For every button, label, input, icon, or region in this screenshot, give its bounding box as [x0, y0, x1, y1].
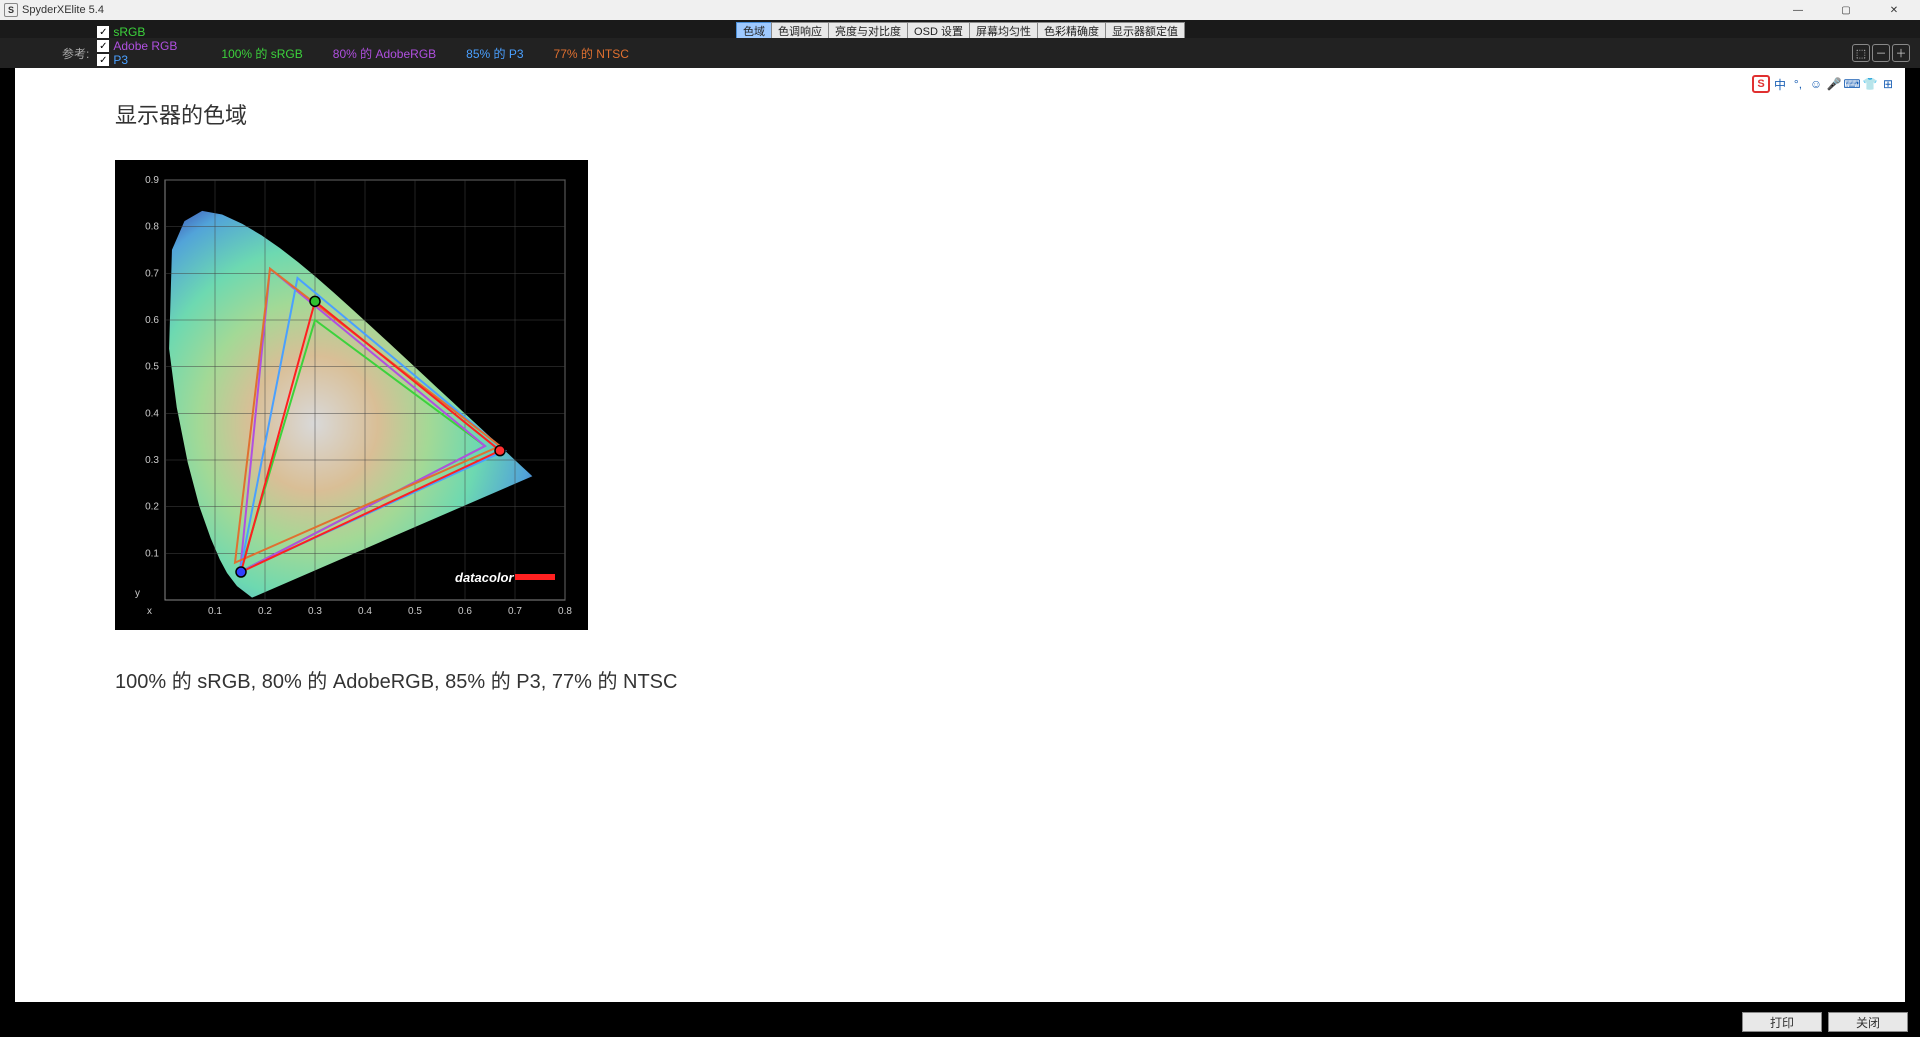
- svg-text:datacolor: datacolor: [455, 570, 514, 585]
- content-area: 显示器的色域 0.1 0.2 0.3 0.4 0.5 0.6 0.7 0.8 0.1 0.2 0.3…: [15, 68, 1905, 1002]
- svg-text:0.7: 0.7: [145, 268, 159, 279]
- close-panel-button[interactable]: 关闭: [1828, 1012, 1908, 1032]
- tab-4[interactable]: 屏幕均匀性: [969, 22, 1038, 38]
- toolbar-results: 100% 的 sRGB 80% 的 AdobeRGB 85% 的 P3 77% 的 N…: [221, 45, 629, 62]
- app-icon: S: [4, 3, 18, 17]
- ime-toolbox-icon[interactable]: ⊞: [1880, 76, 1896, 92]
- checkbox-icon: ✓: [97, 26, 109, 38]
- ime-punct-icon[interactable]: °,: [1790, 76, 1806, 92]
- tab-2[interactable]: 亮度与对比度: [828, 22, 908, 38]
- page-title: 显示器的色域: [15, 68, 1905, 130]
- svg-text:0.4: 0.4: [145, 408, 159, 419]
- sogou-ime-icon[interactable]: S: [1752, 75, 1770, 93]
- svg-text:y: y: [135, 588, 140, 599]
- gamut-result: 100% 的 sRGB: [221, 45, 302, 62]
- svg-text:0.5: 0.5: [408, 606, 422, 617]
- svg-text:0.6: 0.6: [145, 315, 159, 326]
- gamut-chart: 0.1 0.2 0.3 0.4 0.5 0.6 0.7 0.8 0.1 0.2 0.3 0.4 0.5 0…: [115, 160, 588, 630]
- ime-skin-icon[interactable]: 👕: [1862, 76, 1878, 92]
- footer: 打印 关闭: [0, 1007, 1920, 1037]
- svg-text:x: x: [147, 606, 152, 617]
- tab-6[interactable]: 显示器额定值: [1105, 22, 1185, 38]
- svg-text:0.1: 0.1: [208, 606, 222, 617]
- gamut-toggle-srgb[interactable]: ✓ sRGB: [97, 25, 177, 39]
- svg-text:0.5: 0.5: [145, 362, 159, 373]
- toolbar: 参考: ✓sRGB✓Adobe RGB✓P3✓NTSC 100% 的 sRGB8…: [0, 38, 1920, 68]
- svg-text:0.2: 0.2: [258, 606, 272, 617]
- svg-text:0.3: 0.3: [308, 606, 322, 617]
- ime-lang[interactable]: 中: [1772, 76, 1788, 92]
- svg-text:0.4: 0.4: [358, 606, 372, 617]
- svg-text:0.2: 0.2: [145, 502, 159, 513]
- gamut-toggle-p3[interactable]: ✓ P3: [97, 53, 177, 67]
- gamut-summary: 100% 的 sRGB, 80% 的 AdobeRGB, 85% 的 P3, 7…: [15, 630, 1905, 694]
- gamut-result: 80% 的 AdobeRGB: [333, 45, 436, 62]
- titlebar: S SpyderXElite 5.4 — ▢ ✕: [0, 0, 1920, 20]
- gamut-toggle-adobergb[interactable]: ✓ Adobe RGB: [97, 39, 177, 53]
- svg-text:0.1: 0.1: [145, 548, 159, 559]
- minimize-button[interactable]: —: [1784, 1, 1812, 19]
- zoom-in-icon[interactable]: ＋: [1892, 44, 1910, 62]
- print-button[interactable]: 打印: [1742, 1012, 1822, 1032]
- tab-3[interactable]: OSD 设置: [907, 22, 970, 38]
- ime-panel: S 中 °, ☺ 🎤 ⌨ 👕 ⊞: [1750, 73, 1898, 95]
- reference-label: 参考:: [62, 45, 89, 62]
- tab-0[interactable]: 色域: [736, 22, 772, 38]
- svg-text:0.3: 0.3: [145, 455, 159, 466]
- tab-1[interactable]: 色调响应: [771, 22, 829, 38]
- close-button[interactable]: ✕: [1880, 1, 1908, 19]
- gamut-result: 85% 的 P3: [466, 45, 523, 62]
- ime-emoji-icon[interactable]: ☺: [1808, 76, 1824, 92]
- svg-text:0.8: 0.8: [145, 222, 159, 233]
- zoom-actual-icon[interactable]: ⬚: [1852, 44, 1870, 62]
- svg-text:0.6: 0.6: [458, 606, 472, 617]
- svg-text:0.7: 0.7: [508, 606, 522, 617]
- gamut-label: Adobe RGB: [113, 39, 177, 53]
- checkbox-icon: ✓: [97, 54, 109, 66]
- gamut-label: sRGB: [113, 25, 145, 39]
- maximize-button[interactable]: ▢: [1832, 1, 1860, 19]
- zoom-out-icon[interactable]: －: [1872, 44, 1890, 62]
- tabs-row: 色域色调响应亮度与对比度OSD 设置屏幕均匀性色彩精确度显示器额定值: [0, 20, 1920, 38]
- gamut-label: P3: [113, 53, 128, 67]
- checkbox-icon: ✓: [97, 40, 109, 52]
- svg-text:0.9: 0.9: [145, 175, 159, 186]
- ime-keyboard-icon[interactable]: ⌨: [1844, 76, 1860, 92]
- window-title: SpyderXElite 5.4: [22, 4, 104, 16]
- gamut-result: 77% 的 NTSC: [554, 45, 629, 62]
- svg-text:0.8: 0.8: [558, 606, 572, 617]
- tab-5[interactable]: 色彩精确度: [1037, 22, 1106, 38]
- ime-voice-icon[interactable]: 🎤: [1826, 76, 1842, 92]
